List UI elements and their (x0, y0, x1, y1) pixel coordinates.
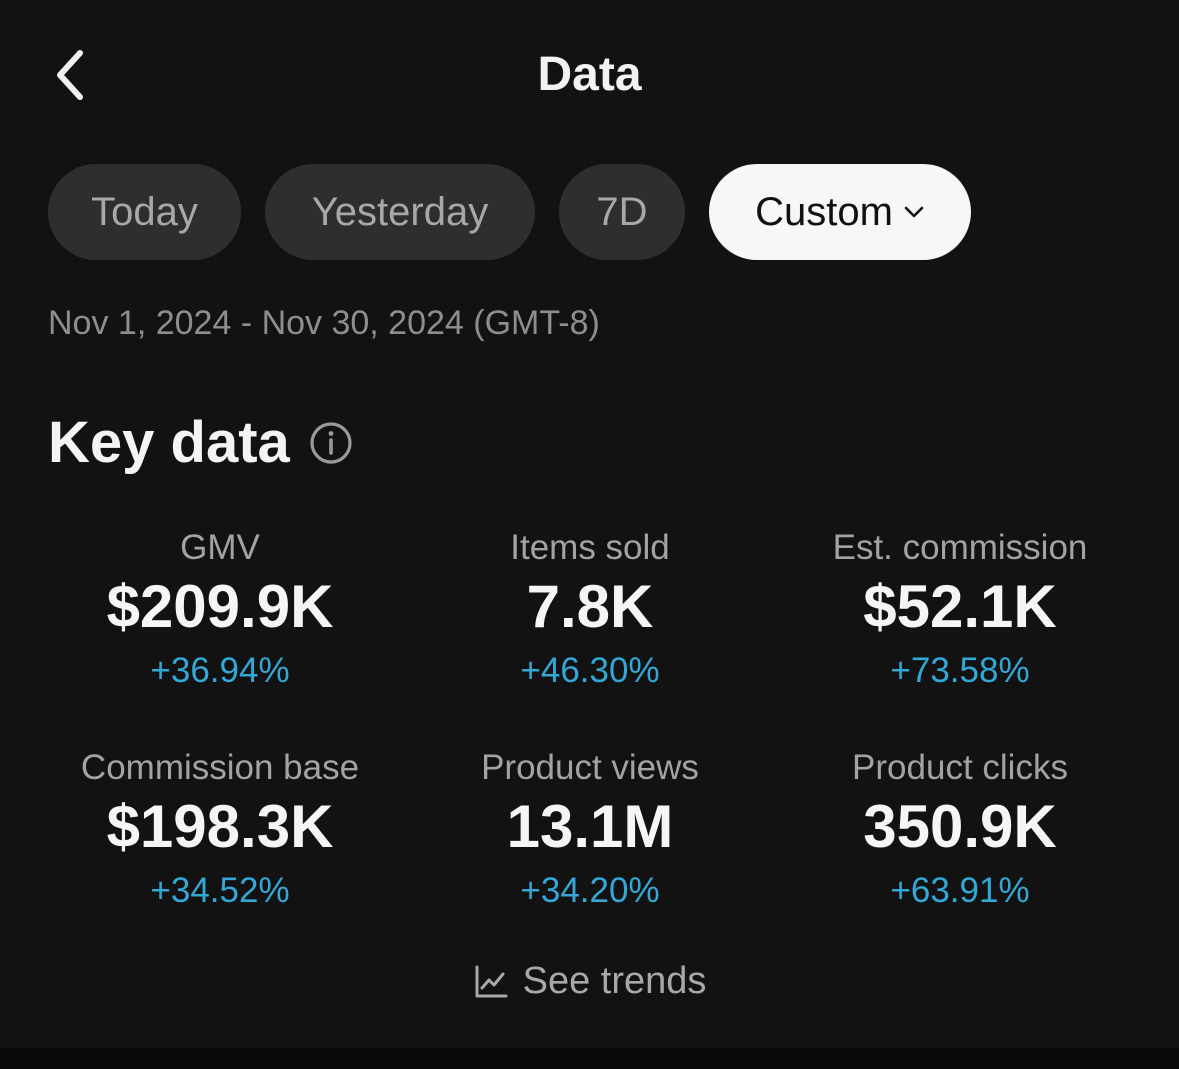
info-icon[interactable] (308, 420, 354, 466)
tab-yesterday[interactable]: Yesterday (265, 164, 535, 260)
page-title: Data (537, 48, 642, 101)
tab-today[interactable]: Today (48, 164, 241, 260)
tab-label: Yesterday (311, 189, 489, 234)
key-data-header: Key data (48, 405, 354, 480)
chevron-down-icon (904, 206, 924, 218)
metric-value: 13.1M (506, 793, 674, 860)
metric-commission-base[interactable]: Commission base $198.3K +34.52% (35, 745, 405, 965)
metric-change: +34.52% (150, 871, 290, 910)
see-trends-label: See trends (522, 960, 707, 1002)
metric-label: Commission base (80, 748, 360, 787)
tab-label: 7D (596, 189, 648, 234)
metric-change: +46.30% (520, 651, 660, 690)
date-filter-tabs: Today Yesterday 7D Custom (48, 164, 971, 260)
tab-label: Custom (755, 189, 893, 234)
metric-label: Items sold (510, 528, 670, 567)
tab-7d[interactable]: 7D (559, 164, 685, 260)
metric-product-clicks[interactable]: Product clicks 350.9K +63.91% (775, 745, 1145, 965)
metric-label: Product views (481, 748, 699, 787)
metric-value: 350.9K (863, 793, 1057, 860)
header: Data (0, 0, 1179, 150)
metric-label: Est. commission (832, 528, 1088, 567)
section-title: Key data (48, 410, 290, 475)
see-trends-button[interactable]: See trends (0, 960, 1179, 1003)
key-data-grid: GMV $209.9K +36.94% Items sold 7.8K +46.… (35, 525, 1145, 965)
metric-label: GMV (180, 528, 260, 567)
metric-change: +73.58% (890, 651, 1030, 690)
metric-change: +63.91% (890, 871, 1030, 910)
metric-est-commission[interactable]: Est. commission $52.1K +73.58% (775, 525, 1145, 745)
metric-change: +36.94% (150, 651, 290, 690)
metric-items-sold[interactable]: Items sold 7.8K +46.30% (405, 525, 775, 745)
metric-value: $52.1K (863, 573, 1057, 640)
metric-label: Product clicks (852, 748, 1068, 787)
tab-label: Today (91, 189, 198, 234)
line-chart-icon (475, 965, 508, 997)
metric-change: +34.20% (520, 871, 660, 910)
date-range-text: Nov 1, 2024 - Nov 30, 2024 (GMT-8) (48, 304, 600, 342)
metric-gmv[interactable]: GMV $209.9K +36.94% (35, 525, 405, 745)
metric-value: $198.3K (106, 793, 334, 860)
metric-value: 7.8K (526, 573, 654, 640)
bottom-divider (0, 1048, 1179, 1069)
metric-product-views[interactable]: Product views 13.1M +34.20% (405, 745, 775, 965)
tab-custom[interactable]: Custom (709, 164, 971, 260)
metric-value: $209.9K (106, 573, 334, 640)
